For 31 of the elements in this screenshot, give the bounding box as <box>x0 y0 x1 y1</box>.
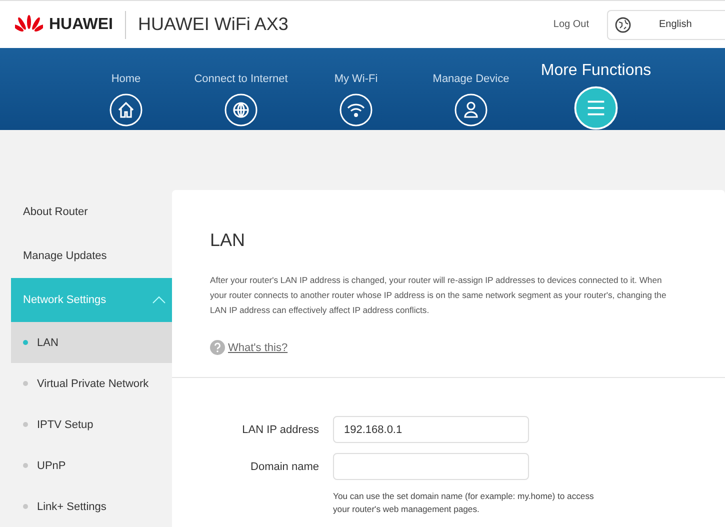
page-title: LAN <box>210 230 246 251</box>
nav-tab[interactable]: Connect to Internet <box>186 48 296 130</box>
sidebar-item[interactable]: Manage Updates <box>11 234 172 278</box>
input-field[interactable]: 192.168.0.1 <box>333 416 529 443</box>
nav-tab[interactable]: More Functions <box>531 48 661 130</box>
logo-icon <box>15 14 43 34</box>
nav-tab[interactable]: Manage Device <box>416 48 526 130</box>
logout-link[interactable]: Log Out <box>553 19 589 30</box>
hint-text: You can use the set domain name (for example: my.home) to access your router's web management pages. <box>333 490 595 516</box>
brand-name: HUAWEI <box>49 16 113 34</box>
sidebar-subitem[interactable]: IPTV Setup <box>11 404 172 445</box>
home-icon <box>109 93 143 127</box>
description-text: After your router's LAN IP address is changed, your router will re-assign IP addresses to devices connected to it. When your router connects to another router whose IP address is on the same network segment as your router's, changing the LAN IP address can effectively affect IP address conflicts. <box>210 274 668 317</box>
sidebar-subitem[interactable]: Link+ Settings <box>11 486 172 527</box>
nav-tab[interactable]: My Wi-Fi <box>301 48 411 130</box>
nav-tab[interactable]: Home <box>71 48 181 130</box>
language-select[interactable]: English <box>607 10 725 40</box>
input-field[interactable] <box>333 453 529 480</box>
sidebar-subitem[interactable]: LAN <box>11 322 172 363</box>
field-label: LAN IP address <box>241 424 319 436</box>
product-title: HUAWEI WiFi AX3 <box>138 14 288 35</box>
globe-icon <box>615 16 631 32</box>
sidebar-subitem[interactable]: Virtual Private Network <box>11 363 172 404</box>
wifi-icon <box>339 93 373 127</box>
sidebar-subitem[interactable]: UPnP <box>11 445 172 486</box>
sidebar-item[interactable]: About Router <box>11 190 172 234</box>
field-label: Domain name <box>250 460 319 472</box>
help-link[interactable]: What's this? <box>228 342 288 354</box>
help-icon <box>210 340 225 355</box>
globe-icon <box>224 93 258 127</box>
person-icon <box>454 93 488 127</box>
